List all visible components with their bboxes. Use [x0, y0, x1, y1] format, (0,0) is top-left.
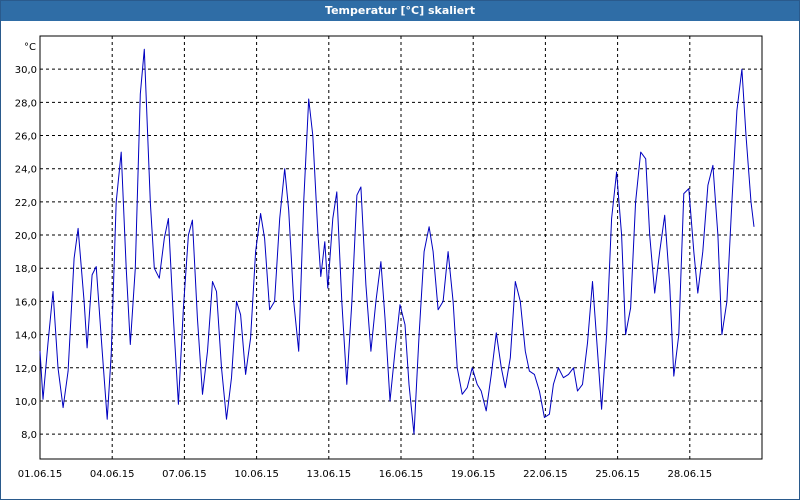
x-tick-label: 10.06.15 [234, 469, 279, 480]
y-tick-label: 26,0 [15, 132, 37, 143]
y-tick-label: 22,0 [15, 198, 37, 209]
y-tick-label: 24,0 [15, 165, 37, 176]
x-tick-label: 01.06.15 [18, 469, 63, 480]
y-tick-label: 8,0 [21, 430, 37, 441]
x-tick-label: 28.06.15 [668, 469, 713, 480]
x-tick-label: 25.06.15 [595, 469, 640, 480]
temperature-chart: 8,0 10,0 12,0 14,0 16,0 18,0 20,0 22,0 24,0 26,0 2… [15, 35, 763, 480]
y-tick-label: 30,0 [15, 65, 37, 76]
x-tick-label: 22.06.15 [523, 469, 568, 480]
y-tick-label: 14,0 [15, 331, 37, 342]
y-tick-label: 28,0 [15, 98, 37, 109]
x-tick-label: 19.06.15 [451, 469, 496, 480]
x-tick-label: 04.06.15 [90, 469, 135, 480]
y-tick-label: 12,0 [15, 364, 37, 375]
y-tick-label: 10,0 [15, 397, 37, 408]
y-tick-label: 16,0 [15, 297, 37, 308]
y-tick-label: 18,0 [15, 264, 37, 275]
x-tick-label: 07.06.15 [162, 469, 207, 480]
y-tick-label: 20,0 [15, 231, 37, 242]
y-axis-unit-label: °C [24, 42, 36, 53]
x-tick-label: 13.06.15 [307, 469, 352, 480]
x-tick-label: 16.06.15 [379, 469, 424, 480]
